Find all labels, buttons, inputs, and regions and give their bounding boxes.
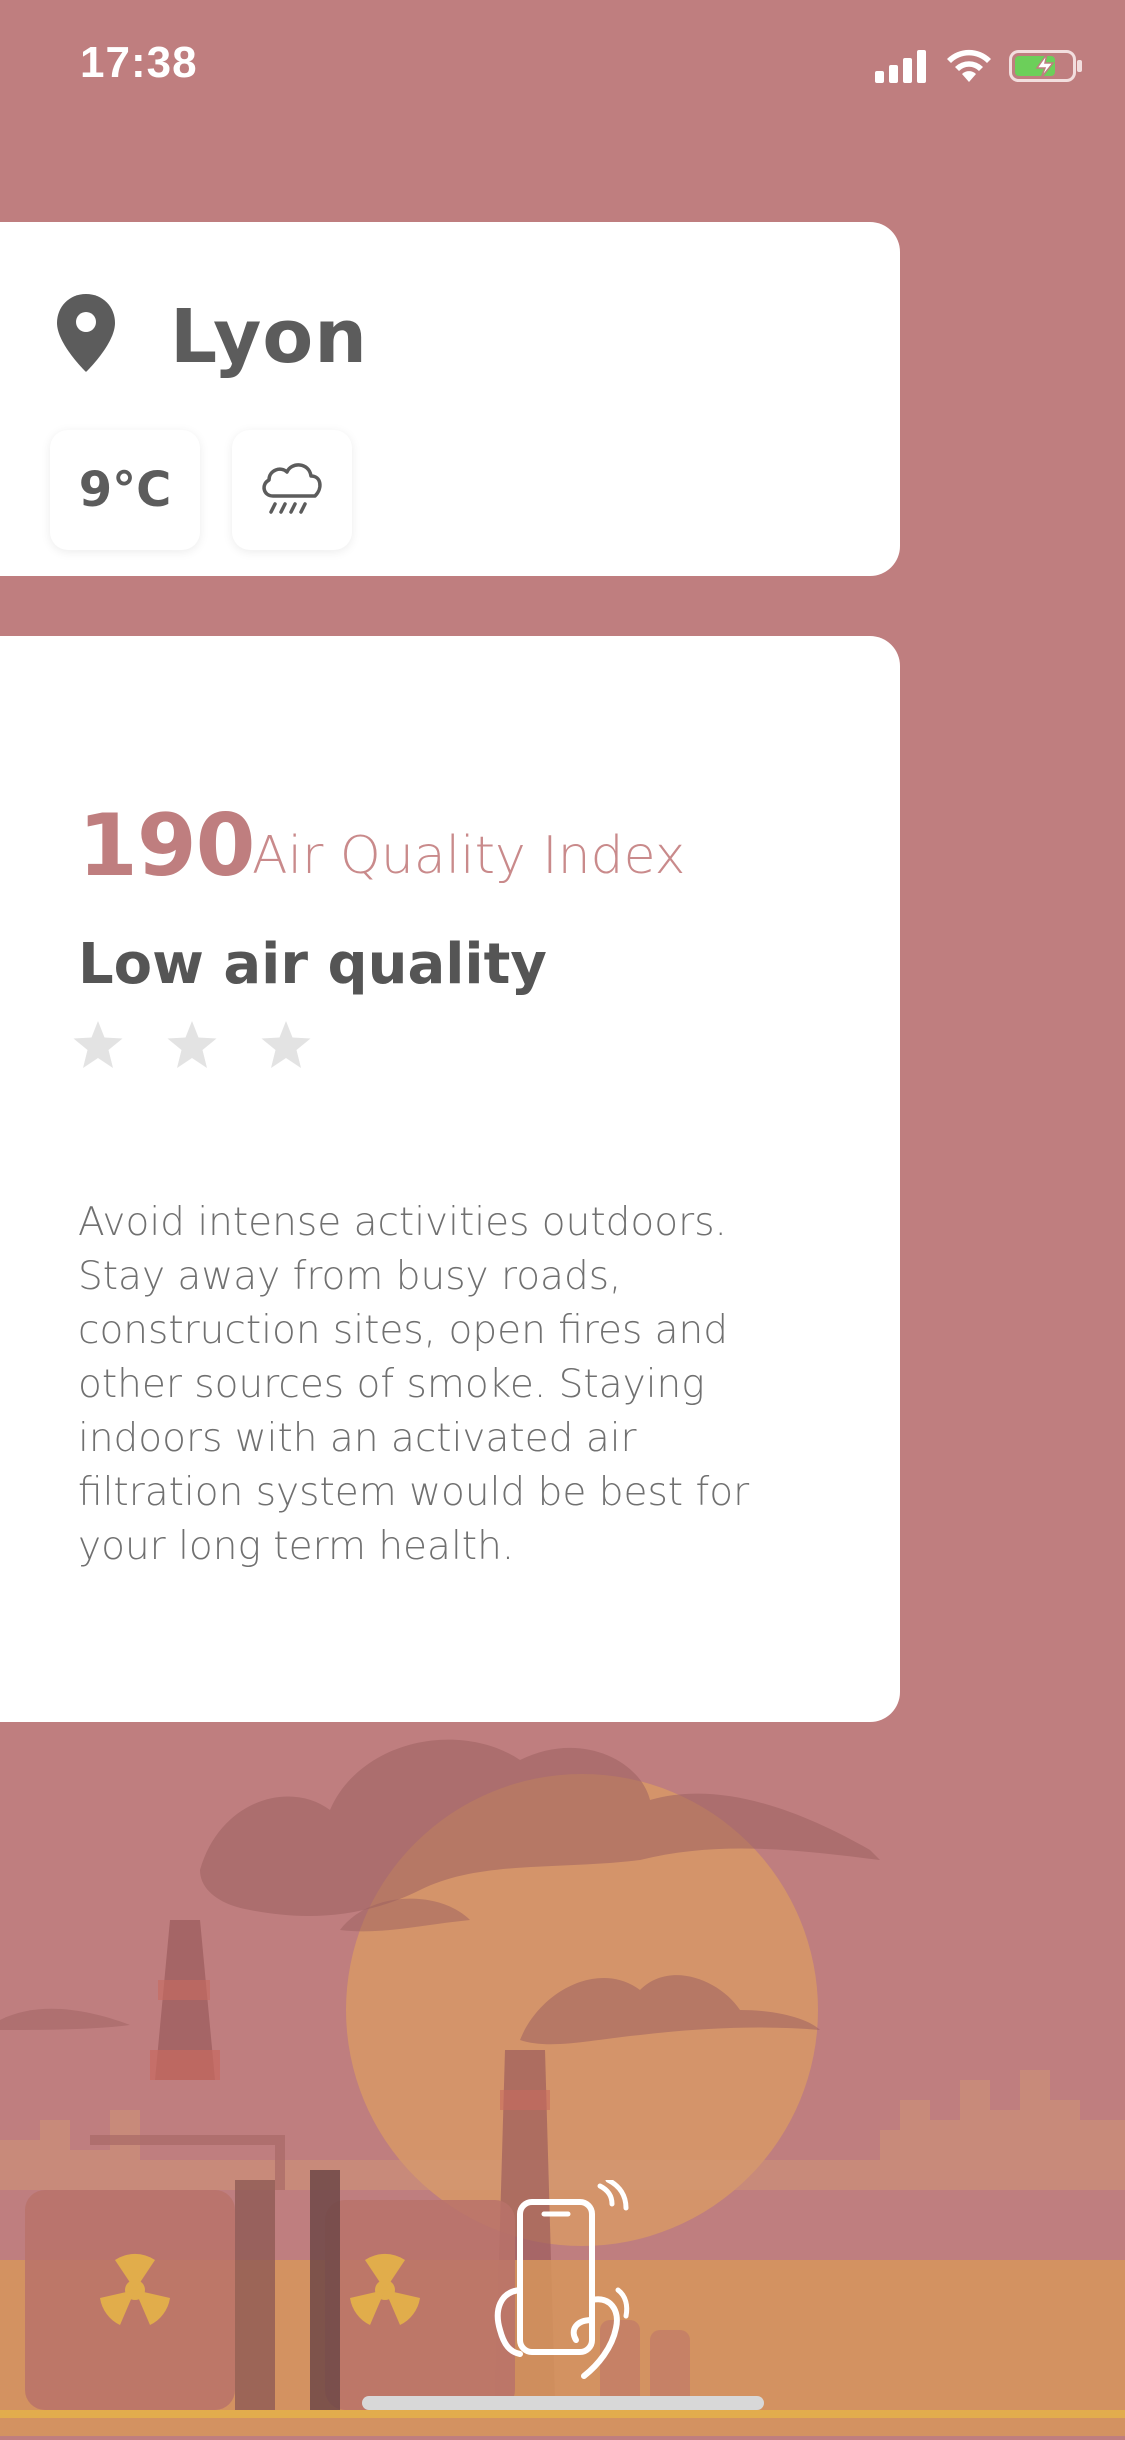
- weather-chip: [232, 430, 352, 550]
- air-quality-advice: Avoid intense activities outdoors. Stay …: [78, 1200, 750, 1569]
- shake-phone-icon[interactable]: [480, 2177, 640, 2384]
- aqi-value: 190: [78, 796, 256, 896]
- rain-cloud-icon: [257, 458, 327, 522]
- temperature-chip: 9°C: [50, 430, 200, 550]
- air-quality-rating: [72, 1020, 312, 1074]
- star-icon: [166, 1020, 218, 1074]
- star-icon: [72, 1020, 124, 1074]
- battery-charging-icon: [1009, 48, 1083, 88]
- city-name: Lyon: [170, 294, 368, 380]
- status-time: 17:38: [80, 38, 198, 87]
- aqi-label: Air Quality Index: [252, 826, 686, 886]
- home-indicator[interactable]: [362, 2396, 764, 2410]
- temperature-value: 9°C: [78, 462, 172, 518]
- air-quality-title: Low air quality: [78, 932, 547, 997]
- air-quality-card: 190 Air Quality Index Low air quality Av…: [0, 636, 900, 1722]
- status-bar: 17:38: [0, 0, 1125, 140]
- cellular-signal-icon: [875, 49, 929, 87]
- status-icons: [875, 48, 1083, 88]
- star-icon: [260, 1020, 312, 1074]
- location-pin-icon: [55, 292, 117, 378]
- wifi-icon: [945, 48, 993, 88]
- location-card: Lyon 9°C: [0, 222, 900, 576]
